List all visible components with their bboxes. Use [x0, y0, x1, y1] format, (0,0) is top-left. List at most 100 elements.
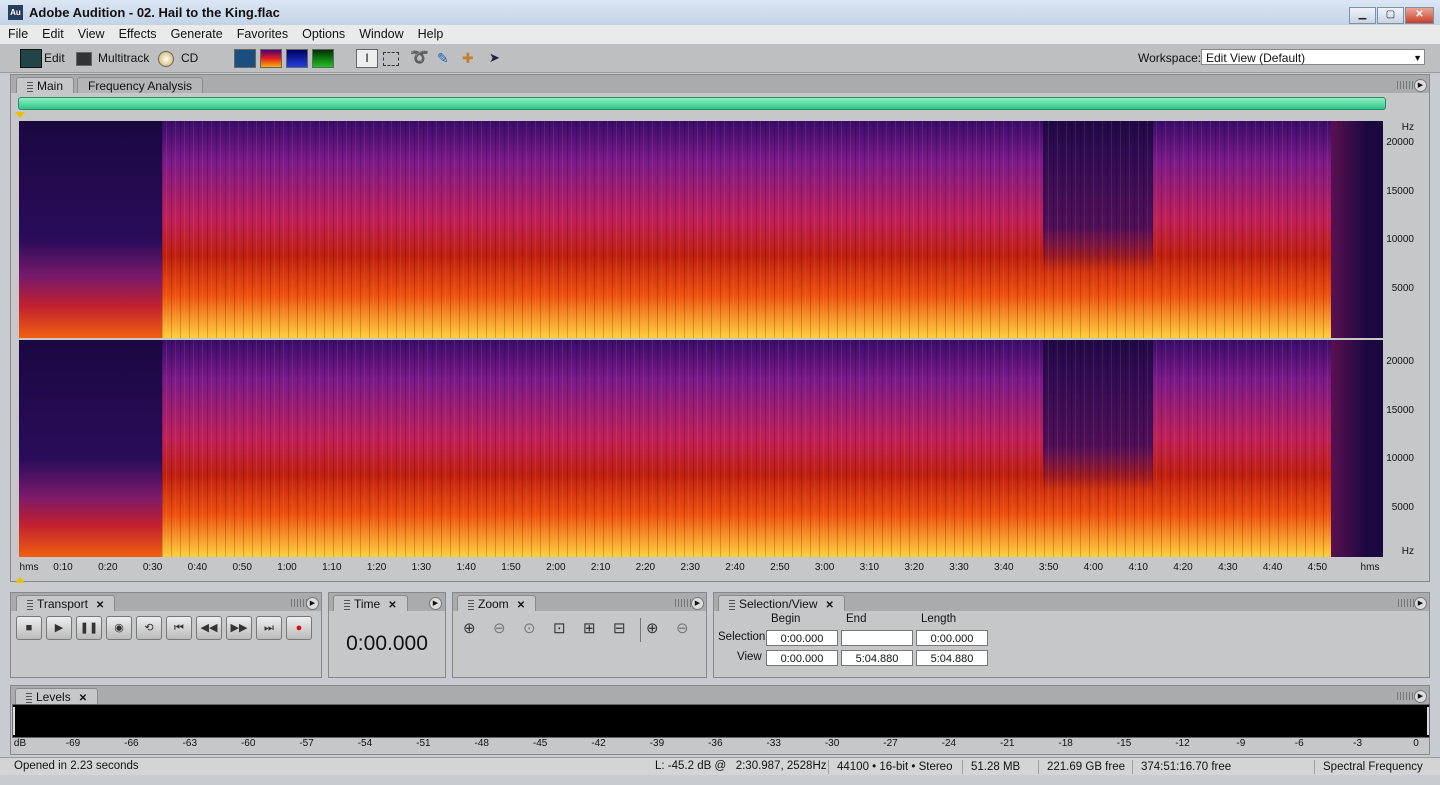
- spectrogram-channel-right[interactable]: [19, 340, 1383, 557]
- lasso-tool[interactable]: ➰: [410, 48, 429, 68]
- playhead-bottom-icon[interactable]: [15, 577, 25, 583]
- zoom-out-vertical-icon: ⊖: [676, 620, 689, 637]
- selection-begin-field[interactable]: 0:00.000: [766, 630, 838, 646]
- window-title: Adobe Audition - 02. Hail to the King.fl…: [29, 5, 280, 20]
- zoom-full-button[interactable]: ⊙: [523, 619, 536, 637]
- zoom-out-vertical-button[interactable]: ⊖: [676, 619, 689, 637]
- spectrogram-channel-left[interactable]: [19, 121, 1383, 338]
- spot-healing-tool[interactable]: ✚: [462, 48, 474, 68]
- view-begin-field[interactable]: 0:00.000: [766, 650, 838, 666]
- zoom-in-vertical-button[interactable]: ⊕: [646, 619, 659, 637]
- grip-icon: [27, 599, 33, 610]
- scrub-tool[interactable]: ➤: [489, 48, 500, 68]
- maximize-button[interactable]: ▢: [1377, 7, 1404, 24]
- menu-effects[interactable]: Effects: [111, 25, 163, 41]
- cd-icon[interactable]: [158, 51, 174, 67]
- close-icon[interactable]: ✕: [79, 693, 87, 704]
- status-format: 44100 • 16-bit • Stereo: [828, 760, 952, 774]
- col-length: Length: [921, 613, 957, 625]
- time-ruler[interactable]: hms hms 0:10 0:20 0:30 0:40 0:50 1:00 1:10 1:20…: [19, 558, 1399, 576]
- panel-menu-icon[interactable]: ▶: [1414, 597, 1427, 610]
- menu-favorites[interactable]: Favorites: [229, 25, 294, 41]
- selection-end-field[interactable]: [841, 630, 913, 646]
- minimize-button[interactable]: ▁: [1349, 7, 1376, 24]
- overview-scrollbar[interactable]: [18, 97, 1386, 110]
- menu-edit[interactable]: Edit: [34, 25, 70, 41]
- panel-menu-icon[interactable]: ▶: [1414, 690, 1427, 703]
- waveform-view-icon[interactable]: [234, 49, 256, 68]
- db-tick-label: -54: [357, 738, 373, 749]
- time-tick-label: 2:50: [770, 562, 790, 573]
- close-icon[interactable]: ✕: [388, 600, 396, 611]
- db-tick-label: -33: [766, 738, 781, 749]
- menu-generate[interactable]: Generate: [163, 25, 229, 41]
- record-icon: ●: [295, 622, 303, 634]
- marquee-tool[interactable]: [383, 52, 399, 66]
- go-to-end-icon: ⏭: [264, 622, 274, 634]
- multitrack-button[interactable]: Multitrack: [98, 48, 149, 68]
- pause-icon: ❚❚: [79, 622, 99, 634]
- freq-unit-bottom: Hz: [1401, 546, 1414, 557]
- edit-view-button[interactable]: Edit: [44, 48, 65, 68]
- selection-length-field[interactable]: 0:00.000: [916, 630, 988, 646]
- time-title: Time: [354, 597, 381, 611]
- fast-forward-button[interactable]: ▶▶: [226, 616, 252, 640]
- go-to-end-button[interactable]: ⏭: [256, 616, 282, 640]
- workspace-value: Edit View (Default): [1206, 51, 1306, 65]
- time-tick-label: 3:30: [949, 562, 969, 573]
- play-to-end-button[interactable]: ◉: [106, 616, 132, 640]
- panel-menu-icon[interactable]: ▶: [691, 597, 704, 610]
- zoom-selection-button[interactable]: ⊡: [553, 619, 566, 637]
- freq-label: 20000: [1386, 356, 1414, 367]
- zoom-in-amplitude-button[interactable]: ⊕: [463, 619, 476, 637]
- menu-file[interactable]: File: [0, 25, 34, 41]
- time-selection-tool[interactable]: I: [356, 49, 378, 68]
- zoom-right-edge-button[interactable]: ⊟: [613, 619, 626, 637]
- close-button[interactable]: ✕: [1405, 7, 1434, 24]
- view-length-field[interactable]: 5:04.880: [916, 650, 988, 666]
- menu-window[interactable]: Window: [351, 25, 409, 41]
- pause-button[interactable]: ❚❚: [76, 616, 102, 640]
- cd-button[interactable]: CD: [181, 48, 198, 68]
- db-tick-label: -9: [1236, 738, 1246, 749]
- multitrack-icon[interactable]: [76, 52, 92, 66]
- zoom-left-icon: ⊞: [583, 620, 596, 637]
- lasso-icon: ➰: [410, 49, 429, 66]
- menu-options[interactable]: Options: [294, 25, 351, 41]
- play-button[interactable]: ▶: [46, 616, 72, 640]
- time-tick-label: 2:10: [590, 562, 611, 573]
- loop-button[interactable]: ⟲: [136, 616, 162, 640]
- spectral-frequency-icon[interactable]: [260, 49, 282, 68]
- tab-main-label: Main: [37, 79, 64, 93]
- spectral-pan-icon[interactable]: [286, 49, 308, 68]
- record-button[interactable]: ●: [286, 616, 312, 640]
- spectrogram-intro-quiet: [19, 340, 162, 557]
- close-icon[interactable]: ✕: [96, 600, 104, 611]
- db-tick-label: -21: [1000, 738, 1015, 749]
- freq-label: 10000: [1386, 453, 1414, 464]
- zoom-in-icon: ⊕: [463, 620, 476, 637]
- zoom-out-amplitude-button[interactable]: ⊖: [493, 619, 506, 637]
- edit-view-icon[interactable]: [20, 49, 42, 68]
- time-display: 0:00.000: [346, 632, 428, 655]
- workspace-select[interactable]: Edit View (Default) ▼: [1201, 49, 1425, 65]
- close-icon[interactable]: ✕: [826, 600, 834, 611]
- menu-view[interactable]: View: [70, 25, 111, 41]
- go-to-start-button[interactable]: ⏮: [166, 616, 192, 640]
- panel-menu-icon[interactable]: ▶: [306, 597, 319, 610]
- panel-menu-icon[interactable]: ▶: [1414, 79, 1427, 92]
- menu-help[interactable]: Help: [410, 25, 450, 41]
- db-tick-label: -6: [1294, 738, 1304, 749]
- time-tick-label: 1:10: [322, 562, 342, 573]
- zoom-left-edge-button[interactable]: ⊞: [583, 619, 596, 637]
- view-end-field[interactable]: 5:04.880: [841, 650, 913, 666]
- panel-menu-icon[interactable]: ▶: [429, 597, 442, 610]
- spectral-phase-icon[interactable]: [312, 49, 334, 68]
- close-icon[interactable]: ✕: [517, 600, 525, 611]
- stop-button[interactable]: ■: [16, 616, 42, 640]
- playhead-top-icon[interactable]: [15, 112, 25, 118]
- rewind-button[interactable]: ◀◀: [196, 616, 222, 640]
- grip-icon: [27, 81, 33, 92]
- brush-tool[interactable]: ✎: [437, 48, 449, 68]
- time-tick-label: 2:30: [680, 562, 700, 573]
